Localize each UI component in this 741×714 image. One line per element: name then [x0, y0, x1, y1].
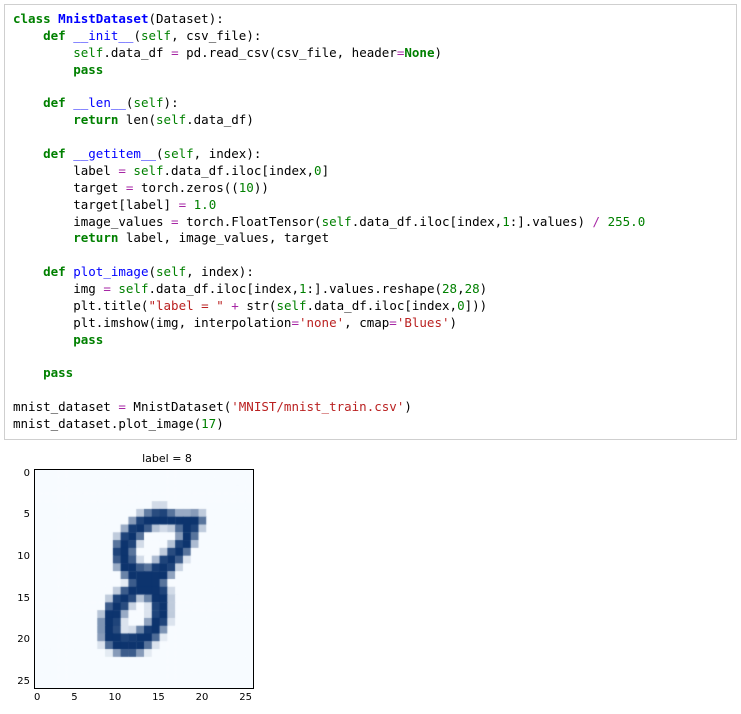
code-content: class MnistDataset(Dataset): def __init_… [13, 11, 728, 433]
heatmap-plot [34, 469, 254, 689]
output-chart: label = 8 0510152025 0510152025 [4, 452, 292, 704]
x-axis-ticks: 0510152025 [34, 689, 252, 705]
code-cell: class MnistDataset(Dataset): def __init_… [4, 4, 737, 440]
chart-title: label = 8 [42, 452, 292, 467]
y-axis-ticks: 0510152025 [12, 469, 34, 687]
